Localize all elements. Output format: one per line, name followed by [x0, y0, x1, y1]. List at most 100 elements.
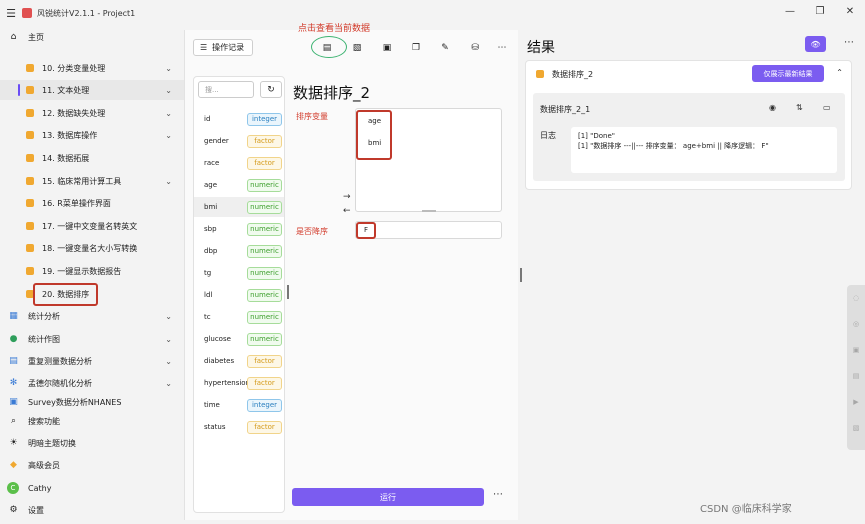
- toolbar-icon[interactable]: ▶: [847, 389, 865, 415]
- variable-row[interactable]: glucose numeric: [194, 329, 284, 349]
- highlight-annotation: [356, 222, 376, 239]
- eye-icon[interactable]: ◉: [769, 103, 776, 112]
- vip-button[interactable]: ◆ 高级会员: [0, 455, 184, 475]
- close-button[interactable]: ✕: [835, 0, 865, 22]
- excel-icon[interactable]: ▧: [350, 41, 364, 55]
- variable-row[interactable]: ldl numeric: [194, 285, 284, 305]
- run-button[interactable]: 运行: [292, 488, 484, 506]
- chevron-down-icon: ⌄: [165, 176, 172, 186]
- save-icon[interactable]: ▣: [380, 41, 394, 55]
- type-badge: numeric: [247, 332, 282, 346]
- chevron-up-icon[interactable]: ⌃: [836, 68, 843, 77]
- variable-row[interactable]: tg numeric: [194, 263, 284, 283]
- variable-row[interactable]: age numeric: [194, 175, 284, 195]
- descending-input[interactable]: F: [355, 221, 502, 239]
- variable-list: 搜... ↻ id integer gender factor race fac…: [193, 76, 285, 513]
- eye-icon[interactable]: 👁: [805, 36, 826, 52]
- maximize-button[interactable]: ❐: [805, 0, 835, 22]
- refresh-icon[interactable]: ↻: [260, 81, 282, 98]
- resize-handle[interactable]: [422, 210, 436, 212]
- toolbar-icon[interactable]: ▣: [847, 337, 865, 363]
- sidebar-item-database[interactable]: 13. 数据库操作 ⌄: [0, 125, 184, 145]
- sidebar-item-stats[interactable]: ▦ 统计分析 ⌄: [0, 306, 184, 326]
- theme-toggle-button[interactable]: ☀ 明暗主题切换: [0, 433, 184, 453]
- sidebar-item-plots[interactable]: ● 统计作图 ⌄: [0, 329, 184, 349]
- dna-icon: ✻: [9, 378, 18, 388]
- minimize-button[interactable]: —: [775, 0, 805, 22]
- chevron-down-icon: ⌄: [165, 356, 172, 366]
- sidebar-item-label: 13. 数据库操作: [42, 130, 98, 140]
- variable-row[interactable]: bmi numeric: [194, 197, 284, 217]
- toolbar-icon[interactable]: ◌: [847, 285, 865, 311]
- variable-name: status: [204, 423, 226, 431]
- variable-row[interactable]: time integer: [194, 395, 284, 415]
- variable-row[interactable]: hypertension factor: [194, 373, 284, 393]
- sidebar-item-case-convert[interactable]: 18. 一键变量名大小写转换: [0, 238, 184, 258]
- results-title: 结果: [527, 40, 555, 56]
- arrow-right-icon[interactable]: →: [343, 192, 351, 202]
- sidebar-item-repeated[interactable]: ▤ 重复测量数据分析 ⌄: [0, 351, 184, 371]
- title-bar: ☰ 风锐统计V2.1.1 - Project1 — ❐ ✕: [0, 0, 865, 26]
- database-icon[interactable]: ⛁: [468, 41, 482, 55]
- variable-row[interactable]: dbp numeric: [194, 241, 284, 261]
- variable-row[interactable]: sbp numeric: [194, 219, 284, 239]
- wrench-icon[interactable]: ✎: [438, 41, 452, 55]
- sort-icon[interactable]: ⇅: [796, 103, 803, 112]
- sidebar-item-label: 17. 一键中文变量名转英文: [42, 221, 138, 231]
- toolbar-icon[interactable]: ▧: [847, 415, 865, 441]
- avatar: C: [7, 482, 19, 494]
- variable-row[interactable]: tc numeric: [194, 307, 284, 327]
- settings-button[interactable]: ⚙ 设置: [0, 500, 184, 520]
- search-input[interactable]: 搜...: [198, 81, 254, 98]
- variable-row[interactable]: status factor: [194, 417, 284, 437]
- sidebar-item-categorical[interactable]: 10. 分类变量处理 ⌄: [0, 58, 184, 78]
- sidebar: ⌂ 主页 10. 分类变量处理 ⌄ 11. 文本处理 ⌄ 12. 数据缺失处理 …: [0, 26, 184, 524]
- sidebar-item-r-menu[interactable]: 16. R菜单操作界面: [0, 193, 184, 213]
- app-logo: [22, 8, 32, 18]
- sidebar-item-cn-to-en[interactable]: 17. 一键中文变量名转英文: [0, 216, 184, 236]
- variable-row[interactable]: diabetes factor: [194, 351, 284, 371]
- folder-icon: [26, 222, 34, 230]
- type-badge: numeric: [247, 244, 282, 258]
- history-button[interactable]: ☰ 操作记录: [193, 39, 253, 56]
- variable-row[interactable]: gender factor: [194, 131, 284, 151]
- splitter-handle[interactable]: [287, 285, 289, 299]
- watermark: CSDN @临床科学家: [700, 504, 792, 515]
- sidebar-item-mendelian[interactable]: ✻ 孟德尔随机化分析 ⌄: [0, 373, 184, 393]
- type-badge: integer: [247, 112, 282, 126]
- sidebar-item-home[interactable]: ⌂ 主页: [0, 27, 184, 47]
- sidebar-item-missing[interactable]: 12. 数据缺失处理 ⌄: [0, 103, 184, 123]
- hamburger-menu-icon[interactable]: ☰: [0, 7, 22, 20]
- latest-only-button[interactable]: 仅展示最新结果: [752, 65, 824, 82]
- sidebar-item-data-report[interactable]: 19. 一键显示数据报告: [0, 261, 184, 281]
- sidebar-item-clinical-tools[interactable]: 15. 临床常用计算工具 ⌄: [0, 171, 184, 191]
- list-icon: ☰: [200, 43, 208, 52]
- more-icon[interactable]: ⋯: [493, 489, 503, 500]
- diamond-icon: ◆: [10, 460, 17, 470]
- variable-name: dbp: [204, 247, 218, 255]
- folder-icon: [26, 177, 34, 185]
- variable-name: diabetes: [204, 357, 235, 365]
- more-icon[interactable]: ⋯: [844, 37, 854, 48]
- user-profile[interactable]: C Cathy: [0, 478, 184, 498]
- arrow-left-icon[interactable]: ←: [343, 206, 351, 216]
- variable-row[interactable]: id integer: [194, 109, 284, 129]
- repeat-data-icon: ▤: [9, 356, 18, 366]
- results-panel: 结果 👁 ⋯ 数据排序_2 仅展示最新结果 ⌃ 数据排序_2_1 ◉ ⇅ ▭ 日…: [522, 30, 865, 520]
- toolbar-icon[interactable]: ▤: [847, 363, 865, 389]
- folder-open-icon[interactable]: ▭: [823, 103, 831, 112]
- highlight-annotation: [356, 110, 392, 160]
- variable-row[interactable]: race factor: [194, 153, 284, 173]
- toolbar-icon[interactable]: ◎: [847, 311, 865, 337]
- variable-name: sbp: [204, 225, 217, 233]
- sidebar-item-survey[interactable]: ▣ Survey数据分析NHANES: [0, 396, 184, 408]
- sidebar-item-label: Survey数据分析NHANES: [28, 397, 122, 407]
- sidebar-item-text[interactable]: 11. 文本处理 ⌄: [0, 80, 184, 100]
- more-icon[interactable]: ⋯: [495, 41, 509, 55]
- folder-icon: [26, 199, 34, 207]
- copy-icon[interactable]: ❐: [409, 41, 423, 55]
- search-function-button[interactable]: ⌕ 搜索功能: [0, 411, 184, 431]
- sidebar-item-extend[interactable]: 14. 数据拓展: [0, 148, 184, 168]
- sidebar-item-label: 12. 数据缺失处理: [42, 108, 106, 118]
- view-data-icon[interactable]: ▤: [320, 41, 334, 55]
